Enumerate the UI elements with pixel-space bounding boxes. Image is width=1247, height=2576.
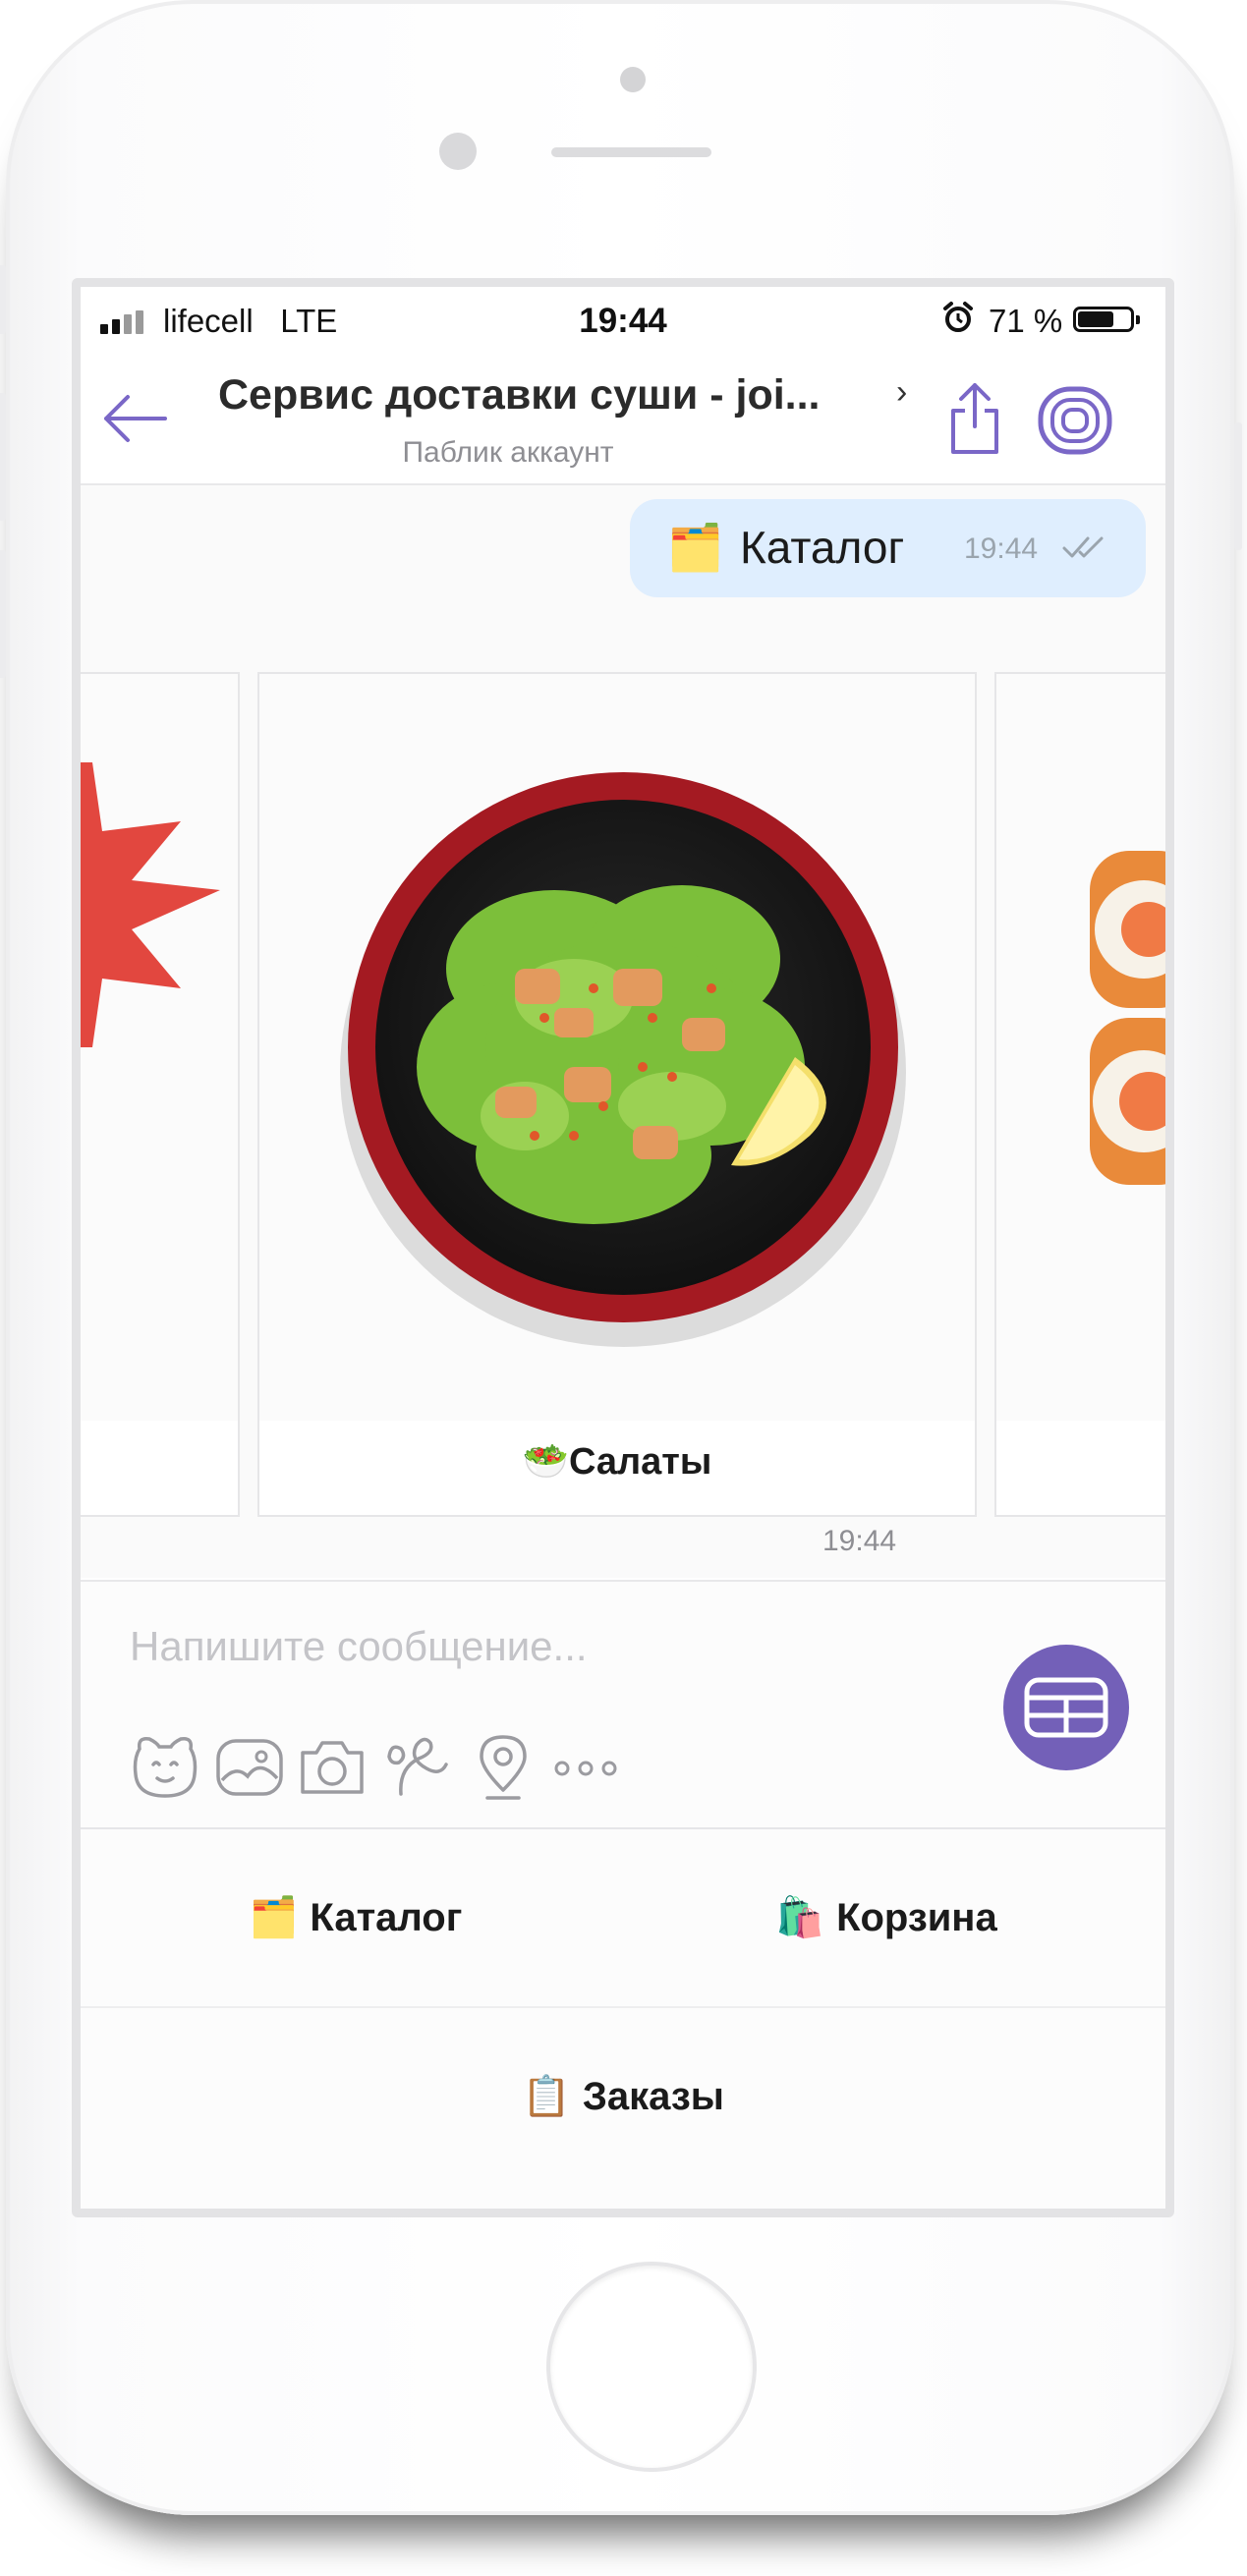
battery-percent: 71 % <box>989 303 1063 339</box>
keyboard-cart-label: Корзина <box>836 1896 997 1939</box>
keyboard-cart-button[interactable]: 🛍️ Корзина <box>631 1829 1142 2006</box>
chevron-right-icon[interactable]: › <box>896 373 907 412</box>
salad-emoji: 🥗 <box>522 1441 569 1483</box>
keyboard-orders-label: Заказы <box>582 2075 724 2118</box>
sent-message-bubble[interactable]: 🗂️ Каталог 19:44 <box>630 499 1146 597</box>
catalog-emoji: 🗂️ <box>249 1896 299 1939</box>
location-icon[interactable] <box>466 1729 540 1804</box>
sent-message-text: Каталог <box>740 522 905 573</box>
sticker-icon[interactable] <box>128 1729 202 1804</box>
double-check-icon <box>1062 536 1104 558</box>
promo-starburst-image <box>81 762 220 1047</box>
carousel-time: 19:44 <box>822 1525 897 1557</box>
keyboard-catalog-label: Каталог <box>310 1896 463 1939</box>
mute-switch <box>0 265 6 334</box>
card-image <box>996 674 1165 1421</box>
share-icon[interactable] <box>945 381 1004 456</box>
proximity-sensor <box>620 67 646 92</box>
status-bar: lifecell LTE 19:44 71 % <box>81 287 1165 346</box>
gallery-icon[interactable] <box>212 1729 287 1804</box>
app-screen: lifecell LTE 19:44 71 % Сервис доставки … <box>72 278 1174 2217</box>
battery-icon <box>1073 307 1140 332</box>
keyboard-catalog-button[interactable]: 🗂️ Каталог <box>100 1829 611 2006</box>
more-icon[interactable] <box>548 1729 623 1804</box>
chat-area: 🗂️ Каталог 19:44 🥗Салаты 19:44 <box>81 485 1165 1578</box>
power-button <box>1234 422 1242 550</box>
volume-up-button <box>0 393 6 521</box>
keyboard-icon <box>1024 1677 1108 1738</box>
card-label[interactable]: 🥗Салаты <box>259 1440 975 1484</box>
chat-subtitle: Паблик аккаунт <box>402 436 614 469</box>
card-image <box>259 674 975 1421</box>
carousel-card-previous[interactable] <box>81 672 240 1517</box>
chat-title[interactable]: Сервис доставки суши - joi... <box>218 371 821 420</box>
chat-header: Сервис доставки суши - joi... › Паблик а… <box>81 346 1165 485</box>
alarm-icon <box>943 302 973 332</box>
message-composer <box>81 1580 1165 1827</box>
earpiece-speaker <box>551 147 711 157</box>
clipboard-emoji: 📋 <box>522 2075 571 2118</box>
volume-down-button <box>0 550 6 678</box>
front-camera <box>439 133 477 170</box>
home-button[interactable] <box>546 2262 757 2472</box>
shopping-bags-emoji: 🛍️ <box>775 1896 825 1939</box>
message-input[interactable] <box>130 1617 818 1676</box>
bot-keyboard-button[interactable] <box>1003 1645 1129 1770</box>
sushi-roll-image <box>1090 851 1165 1185</box>
carousel-card-next[interactable] <box>994 672 1165 1517</box>
catalog-emoji: 🗂️ <box>667 522 724 573</box>
keyboard-orders-button[interactable]: 📋 Заказы <box>100 2008 1146 2185</box>
doodle-icon[interactable] <box>379 1729 454 1804</box>
bot-keyboard: 🗂️ Каталог 🛍️ Корзина 📋 Заказы <box>81 1827 1165 2209</box>
card-label-text: Салаты <box>568 1441 712 1483</box>
viber-account-icon[interactable] <box>1037 385 1113 456</box>
sent-message-time: 19:44 <box>964 532 1039 565</box>
card-image <box>81 674 238 1421</box>
salad-plate-image <box>340 772 906 1347</box>
carousel-card-salads[interactable]: 🥗Салаты <box>257 672 977 1517</box>
camera-icon[interactable] <box>295 1729 369 1804</box>
